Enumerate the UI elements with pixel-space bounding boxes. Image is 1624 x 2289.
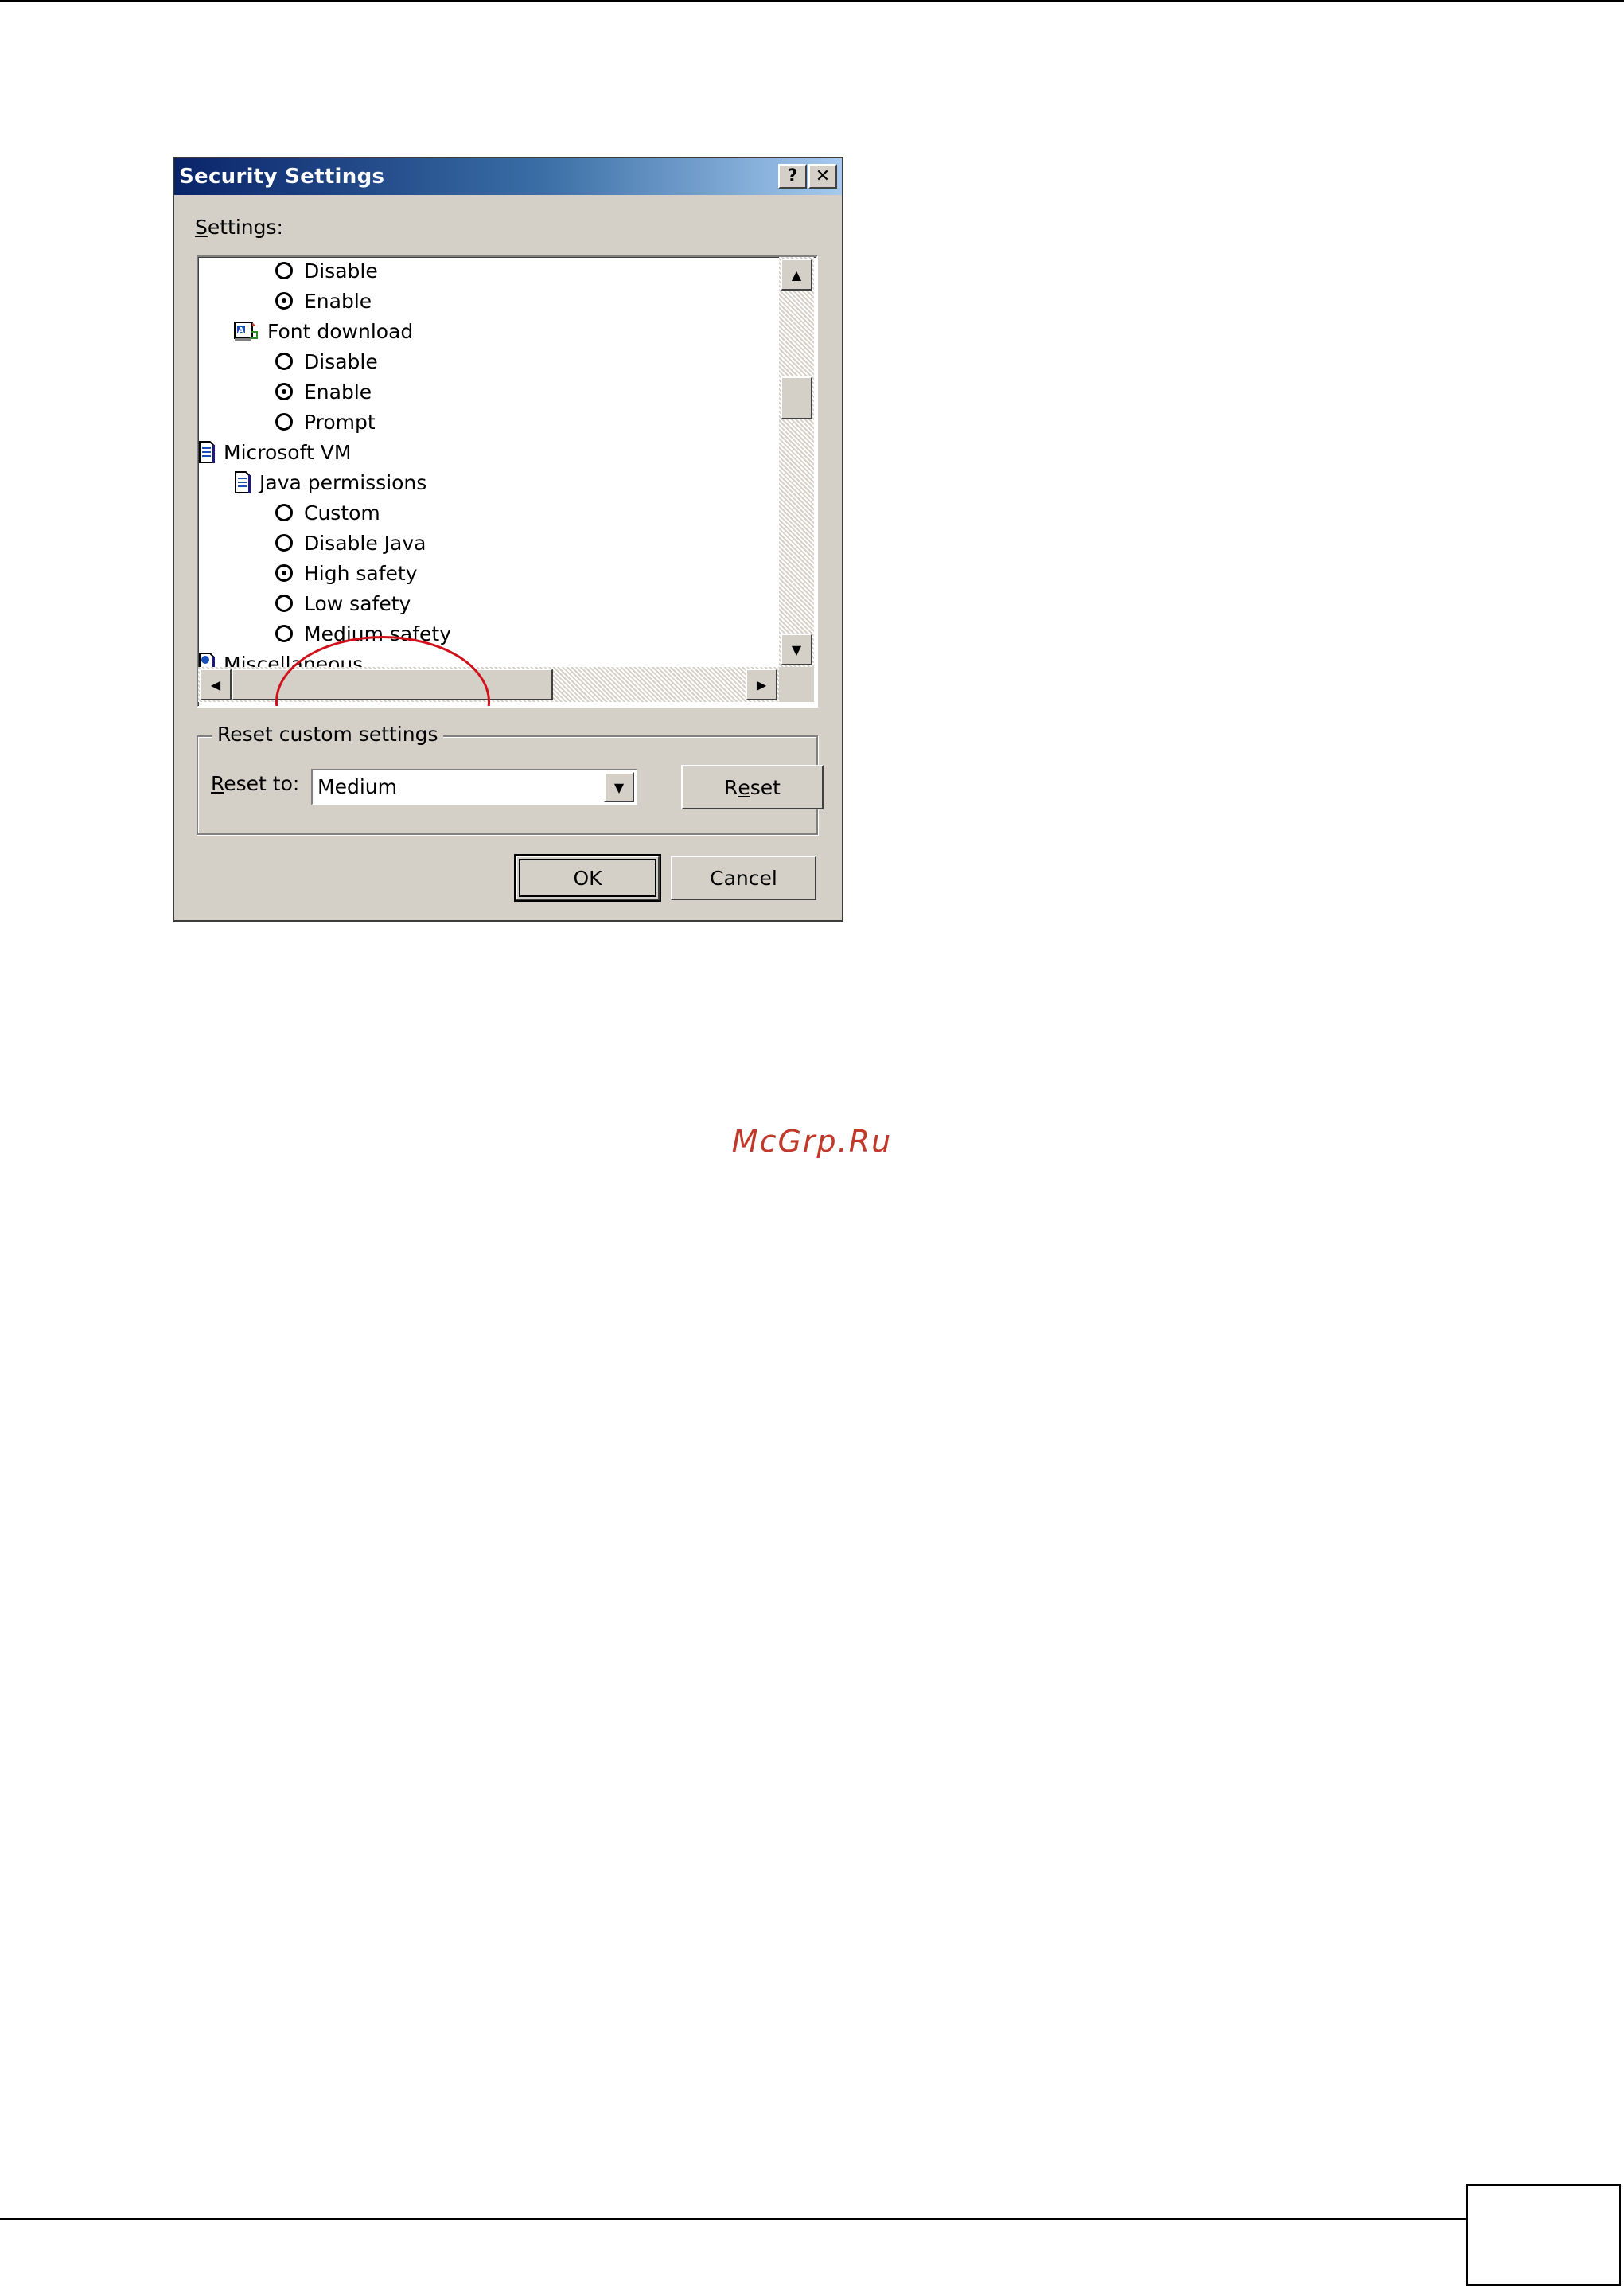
document-icon bbox=[199, 441, 215, 463]
list-item[interactable]: Java permissions bbox=[234, 467, 426, 497]
scroll-down-button[interactable]: ▼ bbox=[781, 634, 812, 665]
dropdown-button[interactable]: ▼ bbox=[604, 772, 634, 802]
radio-button[interactable] bbox=[275, 534, 293, 552]
arrow-right-icon: ▶ bbox=[756, 677, 767, 692]
radio-button[interactable] bbox=[275, 262, 293, 279]
list-item[interactable]: A Font download bbox=[232, 316, 413, 346]
arrow-left-icon: ◀ bbox=[210, 677, 221, 692]
list-item[interactable]: Low safety bbox=[275, 588, 411, 618]
radio-button[interactable] bbox=[275, 595, 293, 612]
close-icon: ✕ bbox=[815, 166, 831, 186]
arrow-up-icon: ▲ bbox=[791, 267, 802, 283]
radio-button[interactable] bbox=[275, 504, 293, 521]
list-item[interactable]: Custom bbox=[275, 497, 380, 528]
list-item[interactable]: Enable bbox=[275, 286, 372, 316]
miscellaneous-icon bbox=[199, 653, 215, 667]
settings-tree-content: Disable Enable A Font download Disable E… bbox=[198, 257, 779, 667]
list-item[interactable]: Disable bbox=[275, 346, 378, 376]
font-download-icon: A bbox=[234, 322, 258, 341]
arrow-down-icon: ▼ bbox=[791, 641, 802, 657]
list-item[interactable]: Miscellaneous bbox=[198, 649, 363, 667]
radio-button-selected[interactable] bbox=[275, 564, 293, 582]
page-number-box bbox=[1466, 2184, 1621, 2286]
close-button[interactable]: ✕ bbox=[808, 164, 837, 189]
list-item[interactable]: High safety bbox=[275, 558, 418, 588]
svg-text:A: A bbox=[238, 326, 244, 335]
cancel-button[interactable]: Cancel bbox=[671, 856, 816, 900]
list-item[interactable]: Disable bbox=[275, 257, 378, 286]
security-settings-dialog: Security Settings ? ✕ Settings: Disable … bbox=[173, 157, 843, 922]
document-icon bbox=[235, 471, 251, 493]
reset-to-label: Reset to: bbox=[211, 772, 300, 795]
help-icon: ? bbox=[787, 166, 798, 186]
radio-button[interactable] bbox=[275, 413, 293, 431]
title-bar[interactable]: Security Settings ? ✕ bbox=[174, 158, 842, 195]
scroll-right-button[interactable]: ▶ bbox=[746, 669, 777, 700]
list-item[interactable]: Prompt bbox=[275, 407, 376, 437]
vertical-scroll-thumb[interactable] bbox=[781, 376, 812, 419]
reset-custom-settings-group: Reset custom settings Reset to: Medium ▼… bbox=[197, 723, 824, 835]
horizontal-scroll-thumb[interactable] bbox=[232, 669, 553, 700]
scroll-left-button[interactable]: ◀ bbox=[200, 669, 232, 700]
footer-rule bbox=[0, 2218, 1466, 2220]
reset-button[interactable]: Re set bbox=[681, 765, 824, 809]
header-rule bbox=[0, 0, 1624, 2]
radio-button[interactable] bbox=[275, 625, 293, 642]
scrollbar-corner bbox=[779, 667, 814, 702]
list-item[interactable]: Microsoft VM bbox=[198, 437, 351, 467]
list-item[interactable]: Enable bbox=[275, 376, 372, 407]
radio-button[interactable] bbox=[275, 353, 293, 370]
radio-button-selected[interactable] bbox=[275, 292, 293, 310]
settings-tree[interactable]: Disable Enable A Font download Disable E… bbox=[197, 255, 818, 708]
list-item[interactable]: Disable Java bbox=[275, 528, 426, 558]
reset-level-dropdown[interactable]: Medium ▼ bbox=[311, 769, 637, 805]
settings-label: Settings: bbox=[195, 216, 283, 239]
ok-button[interactable]: OK bbox=[516, 856, 660, 900]
dialog-title: Security Settings bbox=[179, 165, 385, 189]
dropdown-value: Medium bbox=[317, 775, 397, 798]
scroll-up-button[interactable]: ▲ bbox=[781, 259, 812, 291]
vertical-scrollbar[interactable]: ▲ ▼ bbox=[779, 257, 814, 667]
group-legend: Reset custom settings bbox=[212, 723, 443, 746]
horizontal-scrollbar[interactable]: ◀ ▶ bbox=[198, 667, 779, 702]
chevron-down-icon: ▼ bbox=[613, 779, 625, 795]
help-button[interactable]: ? bbox=[778, 164, 807, 189]
radio-button-selected[interactable] bbox=[275, 383, 293, 400]
watermark: McGrp.Ru bbox=[731, 1124, 893, 1159]
list-item[interactable]: Medium safety bbox=[275, 618, 451, 649]
